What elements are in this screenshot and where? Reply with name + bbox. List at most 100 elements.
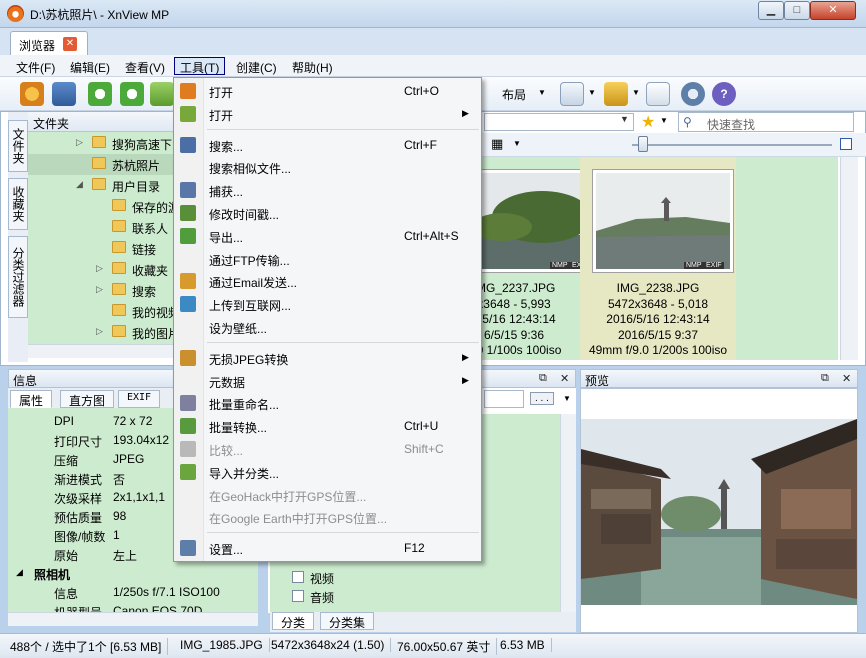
tools-menu-item[interactable]: 导入并分类... <box>176 461 479 483</box>
compare-icon <box>180 441 196 457</box>
preview-panel-title: 预览 <box>585 374 610 388</box>
folder-tree-item[interactable]: ◢ 用户目录 <box>28 175 176 196</box>
tools-menu-item[interactable]: 搜索... Ctrl+F <box>176 134 479 156</box>
close-panel-icon[interactable]: ✕ <box>842 372 851 385</box>
slideshow-icon[interactable] <box>560 82 584 106</box>
tab-histogram[interactable]: 直方图 <box>60 390 115 408</box>
menu-file[interactable]: 文件(F) <box>10 57 61 75</box>
category-checkbox[interactable] <box>292 590 304 602</box>
folder-tree-item[interactable]: 链接 <box>28 238 176 259</box>
minimize-button[interactable]: ▁ <box>758 1 784 20</box>
category-item[interactable]: 音频 <box>290 587 490 605</box>
view-mode-icon[interactable] <box>840 138 852 150</box>
category-filter-input[interactable] <box>484 390 524 408</box>
gear-icon[interactable] <box>681 82 705 106</box>
bookmark-icon[interactable] <box>604 82 628 106</box>
layout-button[interactable]: 布局 <box>502 86 526 103</box>
folder-tree-item[interactable]: 保存的游 <box>28 196 176 217</box>
address-bar[interactable] <box>484 113 634 131</box>
tab-close-icon[interactable]: ✕ <box>63 37 77 51</box>
tab-exif[interactable]: EXIF <box>118 390 161 408</box>
menu-view[interactable]: 查看(V) <box>119 57 171 75</box>
folder-tree[interactable]: ▷ 搜狗高速下 苏杭照片 ◢ 用户目录 保存的游 联系人 链接 ▷ 收藏夹 ▷ 搜索 我的视频 ▷ 我的图片 <box>28 132 176 344</box>
category-checkbox[interactable] <box>292 571 304 583</box>
properties-hscrollbar[interactable] <box>8 612 258 626</box>
folder-icon <box>92 136 106 148</box>
folder-tree-item[interactable]: ▷ 搜索 <box>28 280 176 301</box>
category-vscrollbar[interactable] <box>560 414 576 612</box>
tools-menu-item[interactable]: 元数据 ▶ <box>176 370 479 392</box>
menu-help[interactable]: 帮助(H) <box>286 57 339 75</box>
tools-menu-item[interactable]: 通过FTP传输... <box>176 248 479 270</box>
search-input[interactable]: ⚲ 快速查找 <box>678 112 854 132</box>
expand-arrow-icon[interactable]: ▷ <box>96 326 103 337</box>
filter-dropdown-icon[interactable]: ▼ <box>660 116 668 125</box>
menu-create[interactable]: 创建(C) <box>230 57 283 75</box>
thumbnail-item[interactable]: NMP EXIF IMG_2238.JPG 5472x3648 - 5,018 2016… <box>580 157 736 360</box>
fullscreen-icon[interactable] <box>52 82 76 106</box>
address-dropdown-icon[interactable]: ▼ <box>620 114 629 124</box>
category-dropdown-icon[interactable]: ▼ <box>563 394 571 403</box>
vtab-category-filter[interactable]: 分类过滤器 <box>8 236 28 318</box>
float-panel-icon[interactable]: ⧉ <box>821 372 829 385</box>
bookmark-dropdown-icon[interactable]: ▼ <box>632 88 640 97</box>
help-icon[interactable]: ? <box>712 82 736 106</box>
caption-name: IMG_2238.JPG <box>616 281 700 295</box>
slideshow-dropdown-icon[interactable]: ▼ <box>588 88 596 97</box>
folder-tree-item[interactable]: ▷ 我的图片 <box>28 322 176 343</box>
tab-category-sets[interactable]: 分类集 <box>320 612 375 630</box>
transform-icon[interactable] <box>150 82 174 106</box>
tools-menu-item[interactable]: 打开 ▶ <box>176 103 479 125</box>
collapse-arrow-icon[interactable]: ◢ <box>16 567 23 578</box>
view-dropdown-icon[interactable]: ▼ <box>513 139 521 148</box>
zoom-slider-track[interactable] <box>632 144 832 146</box>
category-more-button[interactable]: . . . <box>530 392 554 405</box>
tools-menu-item[interactable]: 搜索相似文件... <box>176 156 479 178</box>
rotate-right-icon[interactable] <box>120 82 144 106</box>
star-icon[interactable]: ★ <box>641 112 655 132</box>
menu-bar: 文件(F) 编辑(E) 查看(V) 工具(T) 创建(C) 帮助(H) <box>0 55 866 77</box>
thumbnail-vscrollbar[interactable] <box>840 157 858 360</box>
vtab-folders[interactable]: 文件夹 <box>8 120 28 172</box>
zoom-slider-thumb[interactable] <box>638 136 648 152</box>
menu-tools[interactable]: 工具(T) <box>174 57 226 75</box>
tab-categories[interactable]: 分类 <box>272 612 315 630</box>
folder-tree-item[interactable]: 我的视频 <box>28 301 176 322</box>
tools-menu-item[interactable]: 导出... Ctrl+Alt+S <box>176 225 479 247</box>
tools-menu-item[interactable]: 设为壁纸... <box>176 316 479 338</box>
folder-tree-item[interactable]: 苏杭照片 <box>28 154 176 175</box>
property-section[interactable]: ◢ 照相机 <box>8 563 258 582</box>
tools-menu-item[interactable]: 设置... F12 <box>176 537 479 559</box>
home-icon[interactable] <box>20 82 44 106</box>
expand-arrow-icon[interactable]: ◢ <box>76 179 83 190</box>
expand-arrow-icon[interactable]: ▷ <box>76 137 83 148</box>
tools-menu-item[interactable]: 打开 Ctrl+O <box>176 80 479 102</box>
tools-menu-item[interactable]: 批量重命名... <box>176 392 479 414</box>
tools-menu-item[interactable]: 修改时间戳... <box>176 202 479 224</box>
close-panel-icon[interactable]: ✕ <box>560 372 569 385</box>
tools-menu-item[interactable]: 通过Email发送... <box>176 270 479 292</box>
float-panel-icon[interactable]: ⧉ <box>539 372 547 385</box>
expand-arrow-icon[interactable]: ▷ <box>96 284 103 295</box>
tools-menu-item[interactable]: 捕获... <box>176 179 479 201</box>
thumbnail-grid[interactable]: NMPEXIFIMG_2237.JPGx3648 - 5,9936/5/16 1… <box>458 157 838 360</box>
expand-arrow-icon[interactable]: ▷ <box>96 263 103 274</box>
menu-separator <box>207 341 479 343</box>
rotate-left-icon[interactable] <box>88 82 112 106</box>
tools-menu-item[interactable]: 上传到互联网... <box>176 293 479 315</box>
grid-view-icon[interactable]: ▦ <box>491 136 503 152</box>
folder-tree-item[interactable]: 联系人 <box>28 217 176 238</box>
maximize-button[interactable]: □ <box>784 1 810 20</box>
folder-tree-item[interactable]: ▷ 收藏夹 <box>28 259 176 280</box>
vtab-favorites[interactable]: 收藏夹 <box>8 178 28 230</box>
layout-dropdown-icon[interactable]: ▼ <box>538 88 546 97</box>
tab-browser[interactable]: 浏览器 ✕ <box>10 31 88 56</box>
close-window-button[interactable]: ✕ <box>810 1 856 20</box>
network-icon[interactable] <box>646 82 670 106</box>
tools-menu-item[interactable]: 批量转换... Ctrl+U <box>176 415 479 437</box>
category-item[interactable]: 视频 <box>290 568 490 586</box>
folder-tree-item[interactable]: ▷ 搜狗高速下 <box>28 133 176 154</box>
menu-edit[interactable]: 编辑(E) <box>64 57 116 75</box>
tools-menu-item[interactable]: 无损JPEG转换 ▶ <box>176 347 479 369</box>
tab-properties[interactable]: 属性 <box>10 390 53 408</box>
